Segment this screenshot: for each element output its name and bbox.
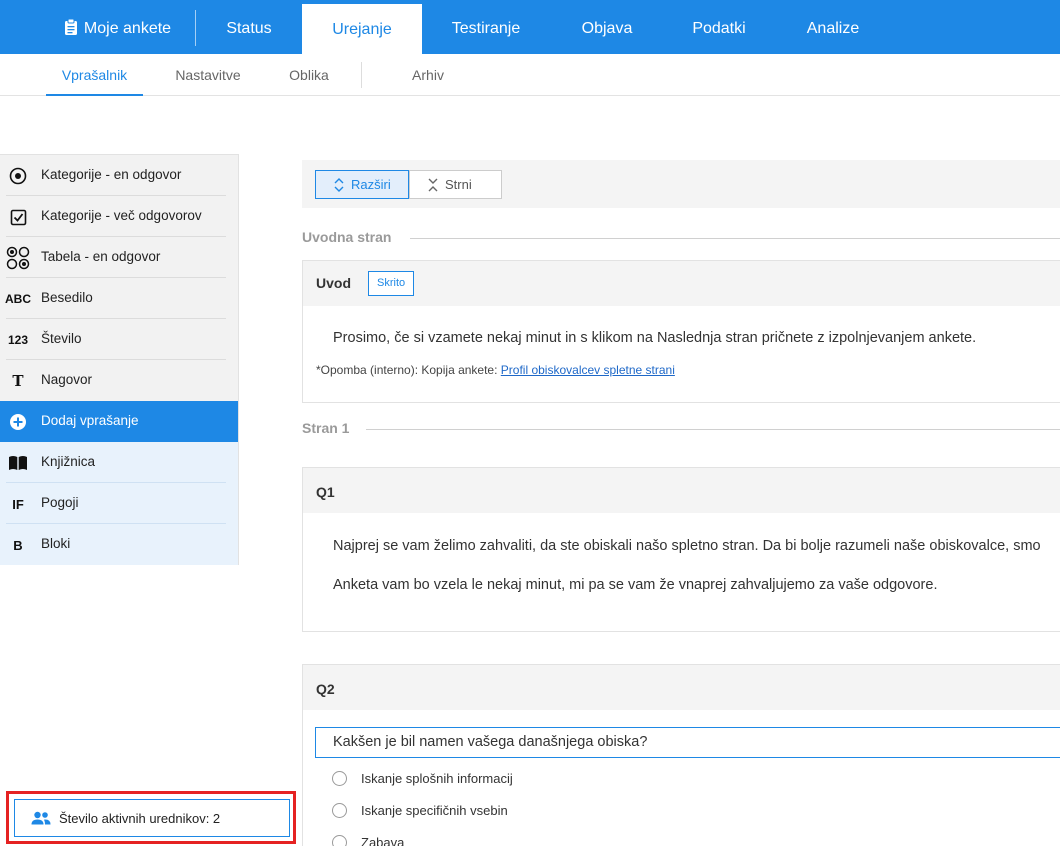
question-type-panel: Kategorije - en odgovor Kategorije - več… [0, 154, 239, 565]
divider [410, 238, 1060, 239]
active-editors-label: Število aktivnih urednikov: 2 [59, 811, 221, 826]
card-header: Q2 [303, 665, 1060, 710]
sidebar-item-add-question[interactable]: Dodaj vprašanje [0, 401, 238, 442]
question-number: Q2 [316, 681, 335, 697]
hidden-badge[interactable]: Skrito [368, 271, 415, 296]
abc-icon: ABC [5, 292, 31, 306]
tab-objava[interactable]: Objava [550, 0, 664, 54]
sidebar-item-label: Število [41, 331, 82, 346]
sidebar-item-blocks[interactable]: B Bloki [0, 524, 238, 565]
subtab-oblika[interactable]: Oblika [278, 54, 340, 96]
question-toolbar: Razširi Strni [302, 160, 1060, 208]
question-text[interactable]: Anketa vam bo vzela le nekaj minut, mi p… [333, 577, 937, 593]
divider [366, 429, 1060, 430]
intro-card[interactable]: Uvod Skrito Prosimo, če si vzamete nekaj… [302, 260, 1060, 403]
page-label: Uvodna stran [302, 229, 392, 245]
sidebar-item-label: Pogoji [41, 495, 79, 510]
nav-separator [195, 10, 196, 46]
expand-label: Razširi [351, 177, 391, 192]
expand-icon [334, 178, 344, 192]
sidebar-item-number[interactable]: 123 Število [0, 319, 238, 360]
question-text-input[interactable]: Kakšen je bil namen vašega današnjega ob… [315, 727, 1060, 758]
collapse-label: Strni [445, 177, 472, 192]
radio-button[interactable] [332, 803, 347, 818]
sidebar-item-table[interactable]: Tabela - en odgovor [0, 237, 238, 278]
collapse-button[interactable]: Strni [409, 170, 502, 199]
grid-circles-icon [6, 246, 30, 270]
sidebar-item-label: Besedilo [41, 290, 93, 305]
note-prefix: *Opomba (interno): Kopija ankete: [316, 363, 501, 377]
checkbox-icon [8, 207, 28, 227]
survey-copy-link[interactable]: Profil obiskovalcev spletne strani [501, 363, 675, 377]
subtab-nastavitve[interactable]: Nastavitve [163, 54, 253, 96]
card-header: Q1 [303, 468, 1060, 513]
page-header-page-1: Stran 1 [302, 420, 1060, 436]
expand-button[interactable]: Razširi [315, 170, 409, 199]
tab-testiranje[interactable]: Testiranje [422, 0, 550, 54]
tab-status[interactable]: Status [197, 0, 301, 54]
option-label[interactable]: Iskanje splošnih informacij [361, 771, 513, 786]
page-header-intro: Uvodna stran [302, 229, 1060, 245]
sub-navigation: Vprašalnik Nastavitve Oblika Arhiv [0, 54, 1060, 96]
sidebar-item-label: Kategorije - en odgovor [41, 167, 182, 182]
question-number: Q1 [316, 484, 335, 500]
sidebar-item-label: Bloki [41, 536, 71, 551]
number-icon: 123 [7, 333, 29, 347]
card-header: Uvod Skrito [303, 261, 1060, 306]
book-icon [8, 453, 28, 473]
sidebar-item-label: Tabela - en odgovor [41, 249, 161, 264]
if-icon: IF [12, 496, 24, 512]
radio-target-icon [8, 166, 28, 186]
users-icon [31, 811, 51, 828]
question-card-q2[interactable]: Q2 Kakšen je bil namen vašega današnjega… [302, 664, 1060, 846]
sidebar-item-label: Dodaj vprašanje [41, 413, 139, 428]
option-label[interactable]: Zabava [361, 835, 404, 846]
b-icon: B [13, 537, 23, 553]
subnav-separator [361, 62, 362, 88]
radio-button[interactable] [332, 835, 347, 846]
option-label[interactable]: Iskanje specifičnih vsebin [361, 803, 508, 818]
sidebar-item-library[interactable]: Knjižnica [0, 442, 238, 483]
intro-text[interactable]: Prosimo, če si vzamete nekaj minut in s … [333, 330, 976, 346]
tab-podatki[interactable]: Podatki [664, 0, 774, 54]
sidebar-item-label: Nagovor [41, 372, 93, 387]
tab-urejanje[interactable]: Urejanje [302, 4, 422, 54]
sidebar-item-multiple-choice[interactable]: Kategorije - več odgovorov [0, 196, 238, 237]
text-t-icon: T [12, 372, 24, 390]
tab-analize[interactable]: Analize [774, 0, 892, 54]
sidebar-item-text[interactable]: ABC Besedilo [0, 278, 238, 319]
my-surveys-label: Moje ankete [83, 20, 172, 37]
subtab-arhiv[interactable]: Arhiv [395, 54, 461, 96]
question-text[interactable]: Najprej se vam želimo zahvaliti, da ste … [333, 538, 1041, 554]
top-navigation: Moje ankete Status Urejanje Testiranje O… [0, 0, 1060, 54]
my-surveys-tab[interactable]: Moje ankete [40, 0, 195, 54]
subtab-vprasalnik[interactable]: Vprašalnik [46, 54, 143, 96]
collapse-icon [428, 178, 438, 192]
sidebar-item-intro-text[interactable]: T Nagovor [0, 360, 238, 401]
internal-note: *Opomba (interno): Kopija ankete: Profil… [316, 363, 675, 377]
sidebar-item-label: Kategorije - več odgovorov [41, 208, 202, 223]
card-title: Uvod [316, 275, 351, 291]
sidebar-item-label: Knjižnica [41, 454, 96, 469]
plus-circle-icon [8, 412, 28, 432]
page-label: Stran 1 [302, 420, 350, 436]
active-editors-button[interactable]: Število aktivnih urednikov: 2 [14, 799, 290, 837]
radio-button[interactable] [332, 771, 347, 786]
clipboard-icon [64, 18, 77, 35]
sidebar-item-single-choice[interactable]: Kategorije - en odgovor [0, 155, 238, 196]
question-card-q1[interactable]: Q1 Najprej se vam želimo zahvaliti, da s… [302, 467, 1060, 632]
sidebar-item-conditions[interactable]: IF Pogoji [0, 483, 238, 524]
